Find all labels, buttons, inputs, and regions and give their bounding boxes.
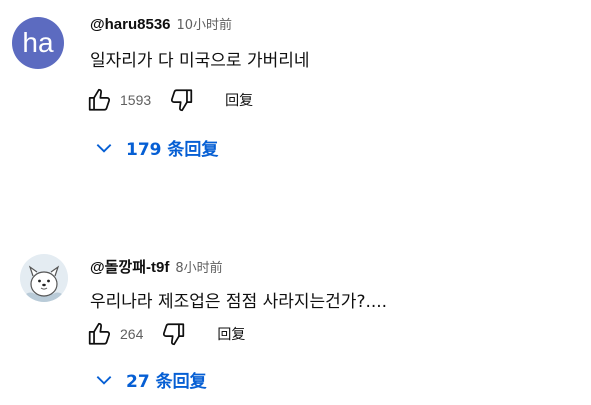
like-count: 264: [120, 326, 144, 342]
avatar-initials: ha: [22, 27, 54, 58]
dislike-button[interactable]: [159, 320, 187, 348]
comment-header: @haru8536 10小时前: [90, 14, 232, 33]
like-button[interactable]: [86, 320, 114, 348]
reply-button[interactable]: 回复: [217, 324, 245, 344]
reply-button[interactable]: 回复: [225, 90, 253, 110]
timestamp[interactable]: 10小时前: [177, 14, 233, 33]
thumbs-up-icon: [88, 88, 111, 111]
cartoon-dog-avatar-icon: [20, 254, 68, 302]
comment-header: @돌깡패-t9f 8小时前: [90, 256, 223, 277]
author-name[interactable]: @돌깡패-t9f: [90, 256, 169, 277]
view-replies-button[interactable]: 179 条回复: [94, 135, 218, 160]
thumbs-down-icon: [163, 323, 185, 346]
avatar[interactable]: [20, 254, 68, 302]
chevron-down-icon: [96, 143, 112, 153]
like-count: 1593: [120, 92, 152, 108]
avatar[interactable]: ha: [12, 17, 64, 69]
comment-text: 일자리가 다 미국으로 가버리네: [90, 51, 310, 71]
view-replies-button[interactable]: 27 条回复: [94, 367, 207, 392]
replies-count-label[interactable]: 27 条回复: [126, 367, 207, 392]
dislike-button[interactable]: [167, 86, 195, 114]
like-button[interactable]: [86, 86, 114, 114]
comment-text: 우리나라 제조업은 점점 사라지는건가?....: [90, 292, 388, 312]
thumbs-up-icon: [88, 322, 111, 345]
chevron-down-icon: [96, 375, 112, 385]
thumbs-down-icon: [171, 89, 193, 112]
replies-count-label[interactable]: 179 条回复: [126, 135, 218, 160]
timestamp[interactable]: 8小时前: [175, 257, 222, 276]
comment-actions: 264 回复: [86, 320, 245, 348]
comment-actions: 1593 回复: [86, 86, 253, 114]
author-name[interactable]: @haru8536: [90, 16, 171, 33]
